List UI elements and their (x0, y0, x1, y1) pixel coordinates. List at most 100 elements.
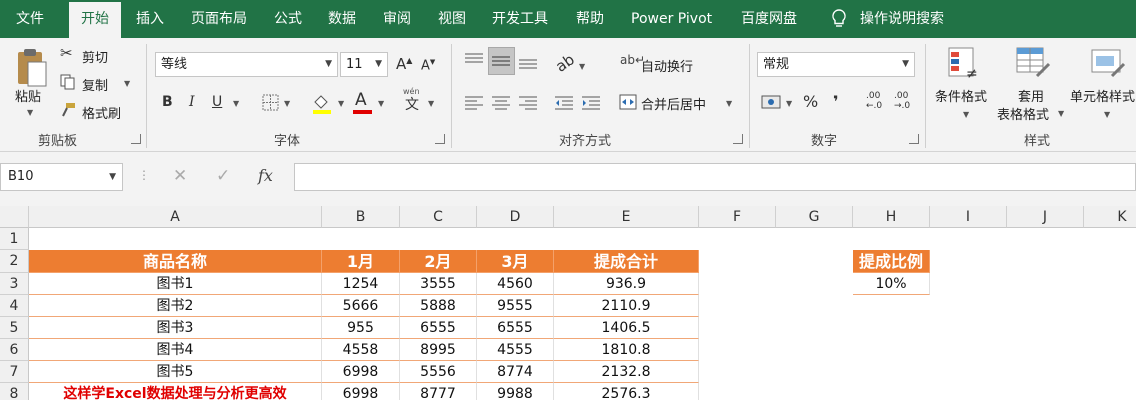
tell-me-search[interactable]: 操作说明搜索 (860, 0, 944, 38)
tab-file[interactable]: 文件 (16, 0, 44, 38)
table-cell[interactable]: 2132.8 (554, 361, 699, 383)
bold-button[interactable]: B (162, 95, 173, 109)
orientation-icon[interactable]: ab (552, 50, 578, 75)
underline-dropdown-arrow[interactable]: ▼ (233, 99, 239, 108)
paste-dropdown-arrow[interactable]: ▼ (27, 108, 33, 117)
paste-icon[interactable] (14, 46, 50, 90)
table-cell[interactable]: 图书3 (29, 317, 322, 339)
merge-center-button[interactable]: 合并后居中 (641, 94, 706, 113)
tab-page-layout[interactable]: 页面布局 (191, 0, 247, 38)
table-cell[interactable]: 图书5 (29, 361, 322, 383)
table-header-cell[interactable]: 商品名称 (29, 250, 322, 273)
row-header-7[interactable]: 7 (0, 361, 29, 383)
format-painter-button[interactable]: 格式刷 (82, 103, 121, 122)
enter-icon[interactable]: ✓ (216, 168, 230, 185)
table-cell[interactable]: 6998 (322, 361, 400, 383)
align-middle-icon[interactable] (491, 52, 511, 70)
borders-icon[interactable] (262, 94, 279, 111)
font-color-icon[interactable]: A (355, 92, 367, 109)
tab-data[interactable]: 数据 (328, 0, 356, 38)
conditional-dropdown-arrow[interactable]: ▼ (963, 110, 969, 119)
table-cell[interactable]: 1254 (322, 273, 400, 295)
paste-label[interactable]: 粘贴 (15, 86, 41, 105)
align-center-icon[interactable] (491, 95, 511, 111)
accounting-format-icon[interactable] (761, 94, 781, 110)
commission-header-cell[interactable]: 提成比例 (853, 250, 930, 273)
phonetic-guide-icon[interactable]: wén (403, 88, 420, 96)
table-cell[interactable]: 这样学Excel数据处理与分析更高效 (29, 383, 322, 400)
column-header-h[interactable]: H (853, 206, 930, 228)
vertical-dots-icon[interactable]: ⋮ (138, 169, 150, 181)
align-right-icon[interactable] (518, 95, 538, 111)
wrap-text-button[interactable]: 自动换行 (641, 56, 693, 75)
increase-indent-icon[interactable] (581, 95, 601, 111)
table-cell[interactable]: 6998 (322, 383, 400, 400)
table-header-cell[interactable]: 提成合计 (554, 250, 699, 273)
table-cell[interactable]: 图书1 (29, 273, 322, 295)
table-cell[interactable]: 2576.3 (554, 383, 699, 400)
table-cell[interactable]: 9988 (477, 383, 554, 400)
table-cell[interactable]: 图书4 (29, 339, 322, 361)
column-header-d[interactable]: D (477, 206, 554, 228)
name-box[interactable]: B10 ▼ (0, 163, 123, 191)
font-color-dropdown-arrow[interactable]: ▼ (378, 99, 384, 108)
tab-insert[interactable]: 插入 (136, 0, 164, 38)
tab-formulas[interactable]: 公式 (274, 0, 302, 38)
font-size-combo[interactable]: 11 ▼ (340, 52, 388, 77)
table-cell[interactable]: 936.9 (554, 273, 699, 295)
column-header-c[interactable]: C (400, 206, 477, 228)
table-cell[interactable]: 1810.8 (554, 339, 699, 361)
table-cell[interactable]: 4558 (322, 339, 400, 361)
align-bottom-icon[interactable] (518, 52, 538, 70)
tab-baidu-netdisk[interactable]: 百度网盘 (741, 0, 797, 38)
formula-input[interactable] (294, 163, 1136, 191)
tab-developer[interactable]: 开发工具 (492, 0, 548, 38)
column-header-f[interactable]: F (699, 206, 776, 228)
chevron-down-icon[interactable]: ▼ (109, 164, 116, 190)
column-header-b[interactable]: B (322, 206, 400, 228)
select-all-corner[interactable] (0, 206, 29, 228)
conditional-formatting-button[interactable]: 条件格式 (935, 86, 987, 105)
underline-button[interactable]: U (212, 95, 222, 109)
number-launcher-icon[interactable] (909, 134, 919, 144)
table-cell[interactable]: 5666 (322, 295, 400, 317)
table-cell[interactable]: 8774 (477, 361, 554, 383)
decrease-indent-icon[interactable] (554, 95, 574, 111)
row-header-6[interactable]: 6 (0, 339, 29, 361)
format-as-table-label-1[interactable]: 套用 (1018, 86, 1044, 105)
cell-styles-icon[interactable] (1090, 46, 1126, 80)
format-painter-icon[interactable] (60, 102, 76, 118)
font-launcher-icon[interactable] (435, 134, 445, 144)
shrink-font-icon[interactable]: A▼ (421, 59, 435, 73)
format-as-table-label-2[interactable]: 表格格式 (997, 104, 1049, 123)
merge-dropdown-arrow[interactable]: ▼ (726, 99, 732, 108)
font-name-combo[interactable]: 等线 ▼ (155, 52, 338, 77)
column-header-j[interactable]: J (1007, 206, 1084, 228)
tab-view[interactable]: 视图 (438, 0, 466, 38)
decrease-decimal-icon[interactable]: .00 →.0 (894, 91, 910, 111)
phonetic-guide-char[interactable]: 文 (405, 98, 419, 112)
clipboard-launcher-icon[interactable] (131, 134, 141, 144)
table-cell[interactable]: 8777 (400, 383, 477, 400)
cancel-icon[interactable]: ✕ (173, 168, 187, 185)
accounting-dropdown-arrow[interactable]: ▼ (786, 99, 792, 108)
cut-button[interactable]: 剪切 (82, 47, 108, 66)
cell-styles-dropdown-arrow[interactable]: ▼ (1104, 110, 1110, 119)
insert-function-button[interactable]: fx (258, 168, 273, 184)
italic-button[interactable]: I (189, 95, 195, 109)
table-format-dropdown-arrow[interactable]: ▼ (1058, 109, 1064, 118)
alignment-launcher-icon[interactable] (733, 134, 743, 144)
table-cell[interactable]: 5556 (400, 361, 477, 383)
tab-power-pivot[interactable]: Power Pivot (631, 0, 712, 38)
table-cell[interactable]: 5888 (400, 295, 477, 317)
column-header-a[interactable]: A (29, 206, 322, 228)
column-header-g[interactable]: G (776, 206, 853, 228)
row-header-2[interactable]: 2 (0, 250, 29, 273)
column-header-k[interactable]: K (1084, 206, 1136, 228)
conditional-formatting-icon[interactable]: ≠ (947, 46, 979, 80)
percent-style-button[interactable]: % (803, 94, 818, 110)
cut-icon[interactable]: ✂ (60, 46, 73, 61)
table-cell[interactable]: 6555 (477, 317, 554, 339)
table-cell[interactable]: 4555 (477, 339, 554, 361)
table-header-cell[interactable]: 3月 (477, 250, 554, 273)
